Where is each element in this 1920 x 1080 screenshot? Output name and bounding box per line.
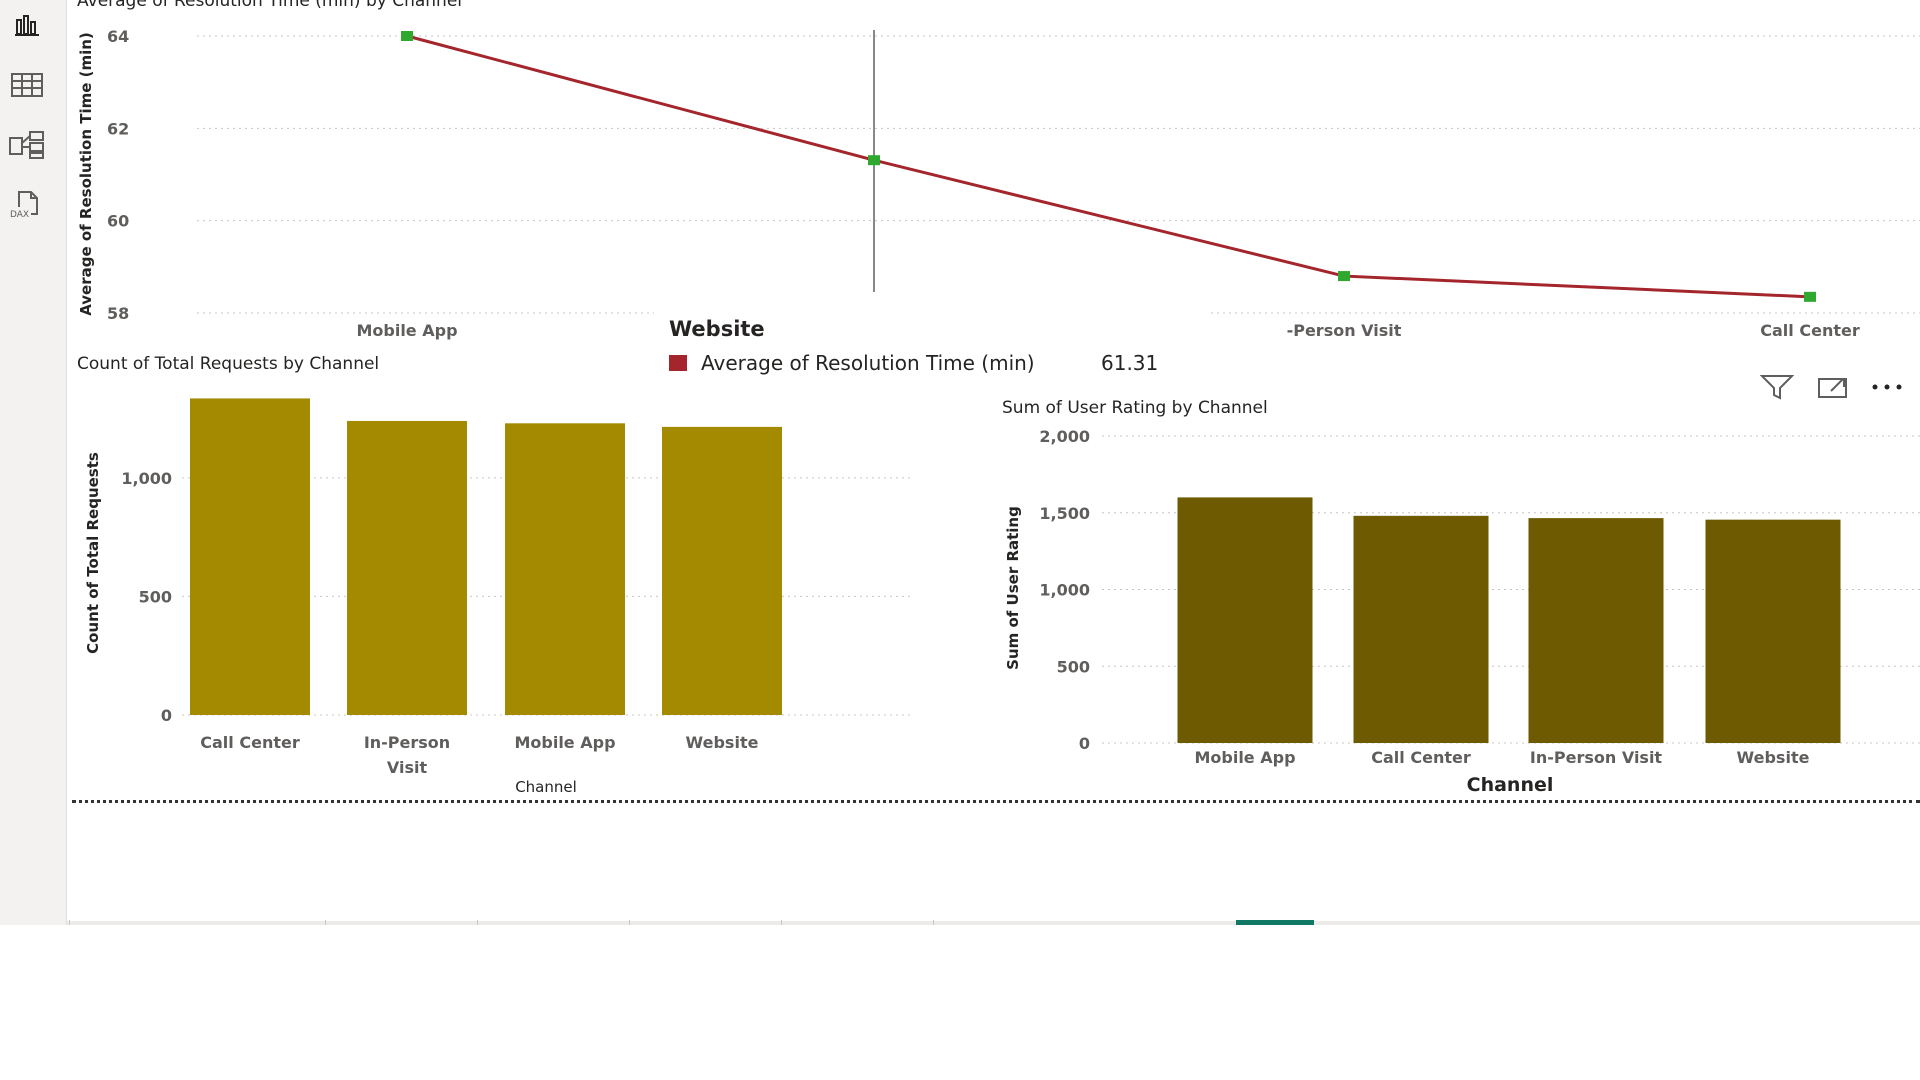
page-tab-active[interactable] [1236,920,1314,925]
page-tab[interactable] [69,920,70,925]
tooltip-legend-swatch [669,355,687,371]
requests-bar [190,398,310,715]
line-chart-y-tick: 58 [107,304,129,323]
rating-bar [1705,519,1841,743]
requests-y-tick: 500 [139,587,172,606]
rating-bar [1528,518,1664,743]
tooltip-measure-label: Average of Resolution Time (min) [701,351,1035,375]
requests-x-tick: Visit [387,758,428,777]
line-data-marker [1338,271,1350,282]
tooltip-title: Website [669,317,765,341]
chart-tooltip: Website Average of Resolution Time (min)… [654,311,1210,381]
requests-x-tick: Website [686,733,759,752]
rating-bar [1177,497,1313,743]
page-tabs-bar [67,921,1920,925]
rating-x-tick: In-Person Visit [1530,748,1663,767]
line-chart-y-tick: 64 [107,27,129,46]
requests-y-tick: 0 [161,706,172,725]
canvas-divider [72,800,1920,803]
line-chart-y-axis-title: Average of Resolution Time (min) [77,32,95,316]
page-tab[interactable] [325,920,326,925]
rating-y-tick: 2,000 [1039,427,1090,446]
page-tab[interactable] [477,920,478,925]
table-view-icon[interactable] [8,66,46,104]
requests-y-axis-title: Count of Total Requests [84,452,102,654]
requests-x-tick: Mobile App [514,733,615,752]
rating-bar-chart-visual[interactable]: Sum of User Rating by Channel 0 500 1,000 1… [990,398,1920,800]
visual-header [1760,370,1920,404]
line-data-marker [868,155,880,166]
page-tab[interactable] [629,920,630,925]
line-series-path [406,34,1811,299]
requests-bar [662,426,782,715]
requests-x-tick: In-Person [364,733,450,752]
requests-bar-chart-visual[interactable]: Count of Total Requests by Channel 0 500 1… [72,354,912,798]
filter-icon[interactable] [1760,370,1794,404]
line-chart-x-tick: -Person Visit [1287,321,1402,340]
rating-x-tick: Mobile App [1194,748,1295,767]
line-chart-y-tick: 62 [107,119,129,138]
rating-x-tick: Website [1737,748,1810,767]
page-tab[interactable] [781,920,782,925]
requests-y-tick: 1,000 [121,469,172,488]
page-tab[interactable] [933,920,934,925]
tooltip-measure-value: 61.31 [1101,351,1159,375]
rating-x-tick: Call Center [1371,748,1471,767]
requests-bar-chart-svg: 0 500 1,000 Count of Total Requests Call Cen… [84,398,910,796]
rating-y-tick: 1,000 [1039,581,1090,600]
rating-y-tick: 0 [1079,734,1090,753]
line-data-marker [401,31,413,41]
requests-x-tick: Call Center [200,733,300,752]
rating-y-tick: 1,500 [1039,504,1090,523]
rating-y-tick: 500 [1057,657,1090,676]
rating-bar [1353,515,1489,743]
focus-mode-icon[interactable] [1816,370,1850,404]
more-options-icon[interactable] [1870,370,1904,404]
line-chart-x-tick: Mobile App [356,321,457,340]
line-data-marker [1804,291,1816,302]
dax-label: DAX [10,210,29,220]
report-view-icon[interactable] [8,6,46,44]
rating-y-axis-title: Sum of User Rating [1004,506,1022,670]
model-view-icon[interactable] [8,126,46,164]
requests-x-axis-title: Channel [515,778,577,796]
line-chart-y-tick: 60 [107,212,129,231]
requests-bar [347,420,467,715]
rating-bar-chart-svg: 0 500 1,000 1,500 2,000 Sum of User Rating Mob… [1004,427,1920,796]
requests-bar [505,423,625,715]
line-chart-x-tick: Call Center [1760,321,1860,340]
view-switcher-rail: DAX [0,0,67,925]
dax-query-view-icon[interactable]: DAX [8,186,46,224]
rating-x-axis-title: Channel [1467,774,1554,796]
